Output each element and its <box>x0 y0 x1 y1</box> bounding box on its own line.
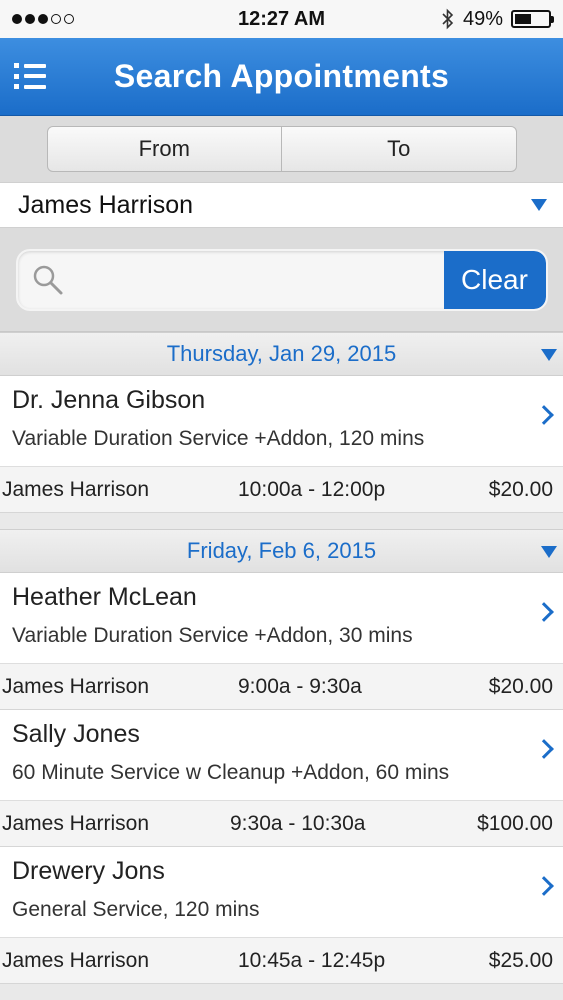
collapse-arrow-icon <box>541 546 557 558</box>
appointment-item[interactable]: Drewery Jons General Service, 120 mins J… <box>0 847 563 984</box>
signal-strength-icon <box>12 14 74 24</box>
dropdown-arrow-icon <box>531 199 547 211</box>
provider-name: Drewery Jons <box>12 857 165 885</box>
search-box: Clear <box>15 248 548 311</box>
appointment-meta: James Harrison 9:30a - 10:30a $100.00 <box>0 800 563 846</box>
client-name: James Harrison <box>2 477 150 501</box>
appointment-price: $25.00 <box>488 948 553 972</box>
search-input[interactable] <box>77 250 444 309</box>
battery-icon <box>511 10 554 28</box>
clear-button[interactable]: Clear <box>443 250 546 309</box>
date-range-segment: From To <box>46 126 517 172</box>
client-name: James Harrison <box>2 811 150 835</box>
chevron-right-icon <box>534 876 554 896</box>
app-header: Search Appointments <box>0 38 563 116</box>
appointment-meta: James Harrison 9:00a - 9:30a $20.00 <box>0 663 563 709</box>
date-group-header[interactable]: Thursday, Jan 29, 2015 <box>0 332 563 376</box>
appointment-item[interactable]: Sally Jones 60 Minute Service w Cleanup … <box>0 710 563 847</box>
provider-name: Dr. Jenna Gibson <box>12 386 206 414</box>
battery-percent: 49% <box>462 7 503 30</box>
appointment-meta: James Harrison 10:00a - 12:00p $20.00 <box>0 466 563 512</box>
service-description: General Service, 120 mins <box>12 898 260 921</box>
chevron-right-icon <box>534 405 554 425</box>
service-description: 60 Minute Service w Cleanup +Addon, 60 m… <box>12 761 450 784</box>
appointment-time: 10:45a - 12:45p <box>238 948 386 972</box>
date-group-label: Friday, Feb 6, 2015 <box>186 538 377 563</box>
appointment-price: $20.00 <box>488 477 553 501</box>
date-range-row: From To <box>0 116 563 182</box>
service-description: Variable Duration Service +Addon, 30 min… <box>12 624 413 647</box>
appointment-meta: James Harrison 10:45a - 12:45p $25.00 <box>0 937 563 983</box>
service-description: Variable Duration Service +Addon, 120 mi… <box>12 427 425 450</box>
page-title: Search Appointments <box>113 58 450 94</box>
to-date-button[interactable]: To <box>281 127 516 171</box>
group-spacer <box>0 513 563 529</box>
battery-fill <box>515 14 531 24</box>
bluetooth-icon <box>442 8 454 30</box>
search-row: Clear <box>0 228 563 332</box>
appointment-price: $20.00 <box>488 674 553 698</box>
client-name: James Harrison <box>2 674 150 698</box>
from-date-button[interactable]: From <box>48 127 282 171</box>
list-menu-icon[interactable] <box>14 60 48 92</box>
provider-select[interactable]: James Harrison <box>0 182 563 228</box>
provider-name: Heather McLean <box>12 583 197 611</box>
chevron-right-icon <box>534 739 554 759</box>
status-bar: 12:27 AM 49% <box>0 0 563 38</box>
status-right: 49% <box>441 7 554 31</box>
appointment-item[interactable]: Dr. Jenna Gibson Variable Duration Servi… <box>0 376 563 513</box>
appointment-time: 10:00a - 12:00p <box>238 477 386 501</box>
date-group-label: Thursday, Jan 29, 2015 <box>166 341 397 366</box>
provider-name: Sally Jones <box>12 720 140 748</box>
collapse-arrow-icon <box>541 349 557 361</box>
client-name: James Harrison <box>2 948 150 972</box>
appointment-item[interactable]: Heather McLean Variable Duration Service… <box>0 573 563 710</box>
date-group-header[interactable]: Friday, Feb 6, 2015 <box>0 529 563 573</box>
search-icon <box>18 263 78 297</box>
appointment-price: $100.00 <box>477 811 553 835</box>
chevron-right-icon <box>534 602 554 622</box>
appointment-time: 9:00a - 9:30a <box>238 674 362 698</box>
appointment-time: 9:30a - 10:30a <box>230 811 366 835</box>
provider-selected-value: James Harrison <box>18 190 194 219</box>
